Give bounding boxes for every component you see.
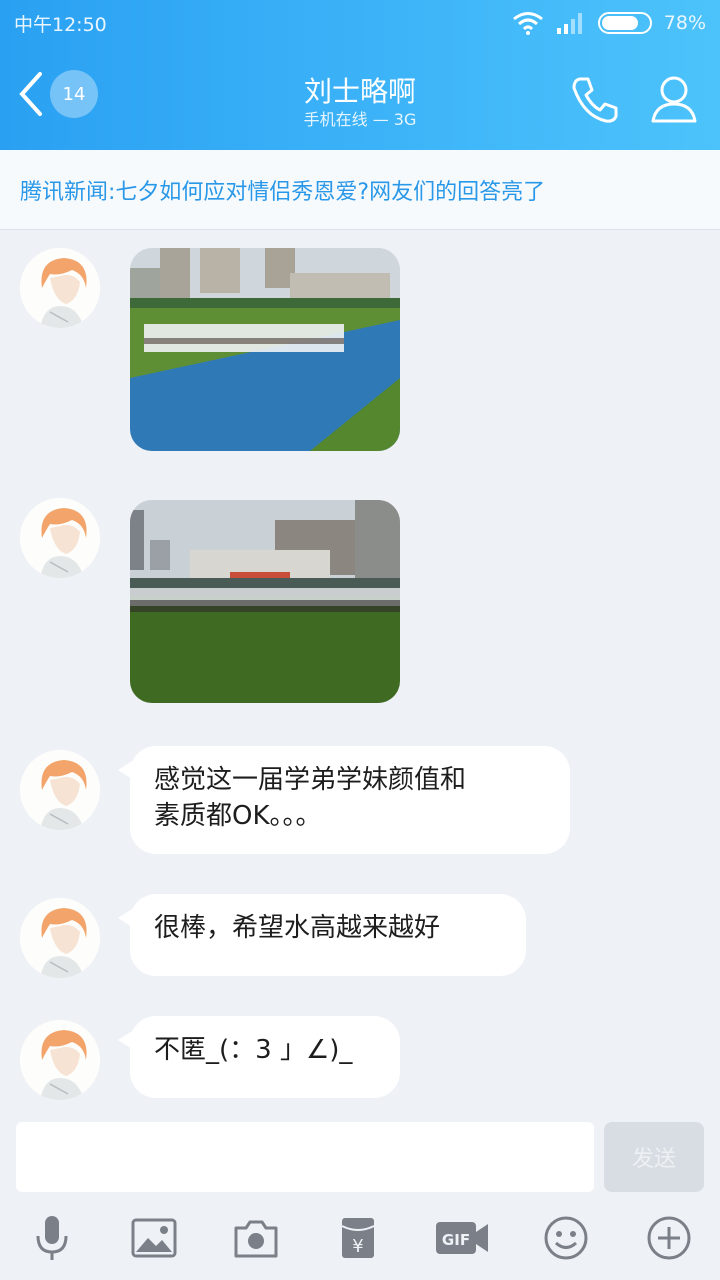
status-bar: 中午12:50 78% [0, 0, 720, 46]
signal-icon [556, 13, 582, 34]
battery-percentage: 78% [663, 12, 706, 34]
avatar[interactable] [20, 750, 100, 830]
news-banner[interactable]: 腾讯新闻:七夕如何应对情侣秀恩爱?网友们的回答亮了 [0, 150, 720, 230]
message-line: 素质都OK。。。 [154, 801, 322, 831]
avatar[interactable] [20, 1020, 100, 1100]
composer: 发送 ¥ GIF [0, 1110, 720, 1280]
photo-message[interactable] [130, 500, 400, 703]
photo-message[interactable] [130, 248, 400, 451]
chat-header: 中午12:50 78% 14 刘士略啊 手机在线 — 3G [0, 0, 720, 150]
message-line: 很棒，希望水高越来越好 [154, 913, 441, 943]
avatar[interactable] [20, 498, 100, 578]
battery-icon [597, 12, 652, 34]
avatar[interactable] [20, 248, 100, 328]
phone-icon[interactable] [570, 74, 620, 124]
message-input[interactable] [16, 1122, 594, 1192]
profile-icon[interactable] [650, 74, 698, 124]
avatar-illustration [20, 750, 100, 830]
image-icon[interactable] [130, 1214, 178, 1262]
title-bar: 14 刘士略啊 手机在线 — 3G [0, 60, 720, 140]
red-packet-icon[interactable]: ¥ [334, 1214, 382, 1262]
avatar-illustration [20, 1020, 100, 1100]
send-button[interactable]: 发送 [604, 1122, 704, 1192]
camera-icon[interactable] [232, 1214, 280, 1262]
message-line: 不匿_(：3 」∠)_ [154, 1035, 353, 1065]
status-indicators: 78% [512, 11, 706, 35]
composer-toolbar: ¥ GIF [0, 1214, 720, 1272]
wifi-icon [512, 12, 543, 35]
photo-field-crowd [130, 500, 400, 703]
emoji-icon[interactable] [542, 1214, 590, 1262]
photo-stadium-assembly [130, 248, 400, 451]
text-message-bubble[interactable]: 很棒，希望水高越来越好 [118, 894, 526, 976]
news-banner-text: 腾讯新闻:七夕如何应对情侣秀恩爱?网友们的回答亮了 [20, 179, 546, 205]
avatar-illustration [20, 248, 100, 328]
svg-text:GIF: GIF [442, 1231, 470, 1249]
avatar-illustration [20, 498, 100, 578]
avatar-illustration [20, 898, 100, 978]
status-time: 中午12:50 [14, 13, 107, 36]
gif-icon[interactable]: GIF [434, 1214, 490, 1262]
avatar[interactable] [20, 898, 100, 978]
message-line: 感觉这一届学弟学妹颜值和 [154, 765, 467, 795]
text-message-bubble[interactable]: 不匿_(：3 」∠)_ [118, 1016, 400, 1098]
svg-text:¥: ¥ [352, 1236, 363, 1257]
microphone-icon[interactable] [28, 1214, 76, 1262]
plus-icon[interactable] [645, 1214, 693, 1262]
battery-level-fill [601, 16, 638, 30]
text-message-bubble[interactable]: 感觉这一届学弟学妹颜值和 素质都OK。。。 [118, 746, 570, 854]
